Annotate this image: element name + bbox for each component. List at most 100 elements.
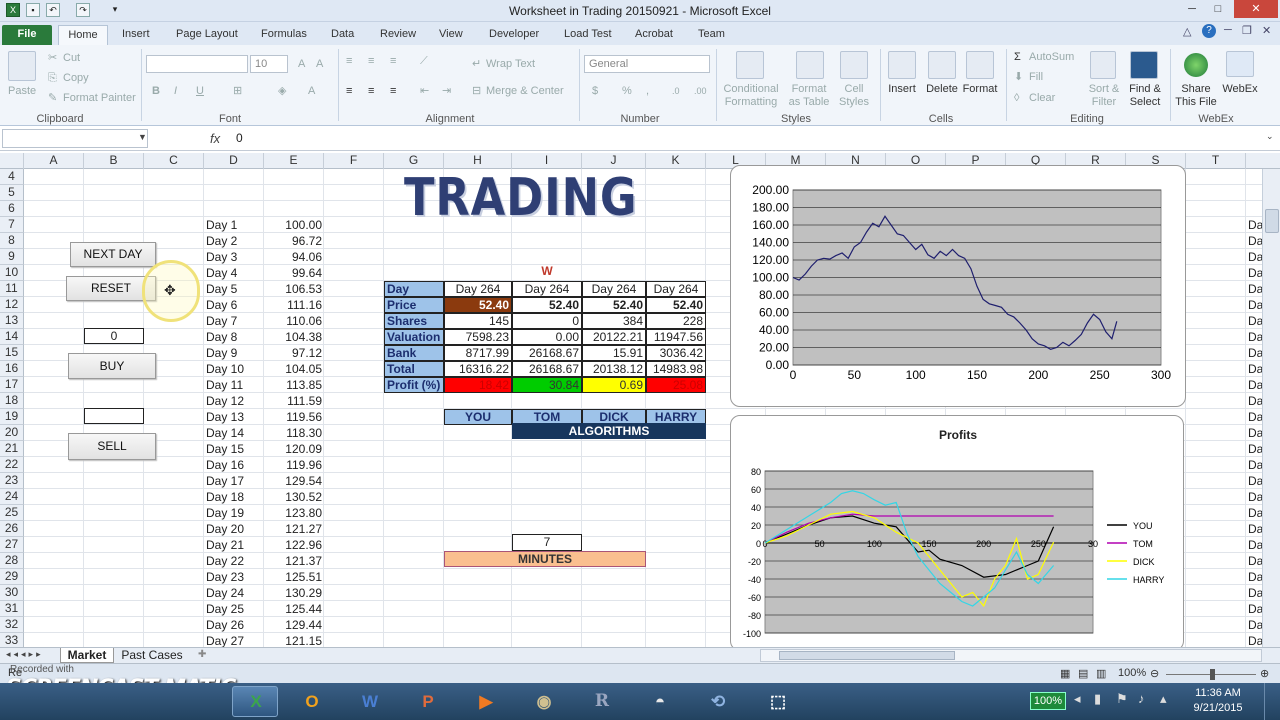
copy-icon[interactable]: ⎘ — [48, 72, 57, 84]
row-header-28[interactable]: 28 — [0, 553, 24, 569]
price-value[interactable]: 129.44 — [264, 617, 322, 633]
price-day-label[interactable]: Day 7 — [206, 313, 237, 329]
price-day-label[interactable]: Day 20 — [206, 521, 244, 537]
stats-cell[interactable]: 384 — [582, 313, 646, 329]
underline-icon[interactable]: U — [196, 85, 204, 97]
price-day-label[interactable]: Day 16 — [206, 457, 244, 473]
cell-styles-icon[interactable] — [840, 51, 868, 79]
r-taskbar-icon[interactable]: R — [580, 686, 624, 717]
shrink-font-icon[interactable]: A — [316, 58, 323, 70]
stats-cell[interactable]: 25.08 — [646, 377, 706, 393]
stats-cell[interactable]: Day 264 — [646, 281, 706, 297]
price-day-label[interactable]: Day 24 — [206, 585, 244, 601]
align-middle-icon[interactable]: ≡ — [368, 55, 374, 67]
stats-cell[interactable]: 52.40 — [512, 297, 582, 313]
stats-cell[interactable]: 15.91 — [582, 345, 646, 361]
share-this-file-button[interactable]: Share — [1172, 83, 1220, 95]
sell-shares-input[interactable] — [84, 408, 144, 424]
price-value[interactable]: 106.53 — [264, 281, 322, 297]
increase-decimal-icon[interactable]: .0 — [672, 85, 680, 97]
column-header-i[interactable]: I — [512, 153, 582, 169]
price-value[interactable]: 130.52 — [264, 489, 322, 505]
stats-row-label[interactable]: Bank — [384, 345, 444, 361]
vertical-scroll-thumb[interactable] — [1265, 209, 1279, 233]
row-header-17[interactable]: 17 — [0, 377, 24, 393]
currency-icon[interactable]: $ — [592, 85, 598, 97]
row-header-31[interactable]: 31 — [0, 601, 24, 617]
wrap-text-button[interactable]: Wrap Text — [486, 58, 535, 70]
snipping-tool-taskbar-icon[interactable]: ⬚ — [756, 686, 800, 717]
tab-team[interactable]: Team — [694, 25, 729, 45]
help-icon[interactable]: ? — [1202, 24, 1216, 38]
row-header-25[interactable]: 25 — [0, 505, 24, 521]
row-header-21[interactable]: 21 — [0, 441, 24, 457]
shares-input[interactable]: 0 — [84, 328, 144, 344]
find-select-icon[interactable] — [1130, 51, 1158, 79]
cell-styles-button[interactable]: Cell — [836, 83, 872, 95]
price-value[interactable]: 120.09 — [264, 441, 322, 457]
show-desktop-button[interactable] — [1264, 683, 1280, 720]
player-label-you[interactable]: YOU — [444, 409, 512, 425]
clear-button[interactable]: Clear — [1029, 92, 1055, 104]
row-header-18[interactable]: 18 — [0, 393, 24, 409]
column-header-t[interactable]: T — [1186, 153, 1246, 169]
price-value[interactable]: 123.80 — [264, 505, 322, 521]
price-day-label[interactable]: Day 10 — [206, 361, 244, 377]
close-icon[interactable]: ✕ — [1234, 0, 1278, 18]
stats-row-label[interactable]: Shares — [384, 313, 444, 329]
sell-button[interactable]: SELL — [68, 433, 156, 460]
column-header-f[interactable]: F — [324, 153, 384, 169]
minimize-icon[interactable]: ─ — [1180, 0, 1204, 18]
font-color-icon[interactable]: A — [308, 85, 315, 97]
volume-icon[interactable]: ♪ — [1138, 691, 1145, 706]
workbook-minimize-icon[interactable]: ─ — [1224, 24, 1232, 36]
price-day-label[interactable]: Day 25 — [206, 601, 244, 617]
percent-icon[interactable]: % — [622, 85, 632, 97]
stats-cell[interactable]: 52.40 — [646, 297, 706, 313]
insert-cells-button[interactable]: Insert — [884, 83, 920, 95]
decrease-indent-icon[interactable]: ⇤ — [420, 85, 429, 97]
row-header-9[interactable]: 9 — [0, 249, 24, 265]
clock-time[interactable]: 11:36 AM — [1180, 687, 1256, 699]
ninja-app-taskbar-icon[interactable]: ◓ — [638, 686, 682, 717]
column-header-b[interactable]: B — [84, 153, 144, 169]
stats-cell[interactable]: Day 264 — [582, 281, 646, 297]
conditional-formatting-button[interactable]: Conditional — [722, 83, 780, 95]
find-select-button[interactable]: Find & — [1124, 83, 1166, 95]
zoom-in-icon[interactable]: ⊕ — [1260, 667, 1269, 680]
column-header-k[interactable]: K — [646, 153, 706, 169]
stats-cell[interactable]: 145 — [444, 313, 512, 329]
outlook-taskbar-icon[interactable]: O — [290, 686, 334, 717]
stats-cell[interactable]: 228 — [646, 313, 706, 329]
word-taskbar-icon[interactable]: W — [348, 686, 392, 717]
stats-cell[interactable]: 18.42 — [444, 377, 512, 393]
row-header-19[interactable]: 19 — [0, 409, 24, 425]
price-value[interactable]: 119.56 — [264, 409, 322, 425]
cut-button[interactable]: Cut — [63, 52, 80, 64]
price-value[interactable]: 97.12 — [264, 345, 322, 361]
row-header-12[interactable]: 12 — [0, 297, 24, 313]
price-day-label[interactable]: Day 17 — [206, 473, 244, 489]
orientation-icon[interactable]: ⟋ — [420, 55, 428, 67]
format-painter-button[interactable]: Format Painter — [63, 92, 136, 104]
monkey-app-taskbar-icon[interactable]: ◉ — [522, 686, 566, 717]
row-header-26[interactable]: 26 — [0, 521, 24, 537]
row-header-16[interactable]: 16 — [0, 361, 24, 377]
row-header-23[interactable]: 23 — [0, 473, 24, 489]
ribbon-minimize-icon[interactable]: △ — [1183, 25, 1191, 38]
row-header-6[interactable]: 6 — [0, 201, 24, 217]
price-value[interactable]: 125.44 — [264, 601, 322, 617]
align-top-icon[interactable]: ≡ — [346, 55, 352, 67]
row-header-22[interactable]: 22 — [0, 457, 24, 473]
zoom-out-icon[interactable]: ⊖ — [1150, 667, 1159, 680]
row-header-27[interactable]: 27 — [0, 537, 24, 553]
tab-data[interactable]: Data — [327, 25, 358, 45]
stats-cell[interactable]: 7598.23 — [444, 329, 512, 345]
price-value[interactable]: 121.37 — [264, 553, 322, 569]
price-day-label[interactable]: Day 1 — [206, 217, 237, 233]
price-chart[interactable]: 0.00 20.00 40.00 60.00 80.00 100.00 120.00 140.… — [730, 165, 1186, 407]
normal-view-icon[interactable]: ▦ — [1060, 667, 1070, 680]
sort-filter-icon[interactable] — [1090, 51, 1116, 79]
stats-cell[interactable]: 16316.22 — [444, 361, 512, 377]
column-header-e[interactable]: E — [264, 153, 324, 169]
